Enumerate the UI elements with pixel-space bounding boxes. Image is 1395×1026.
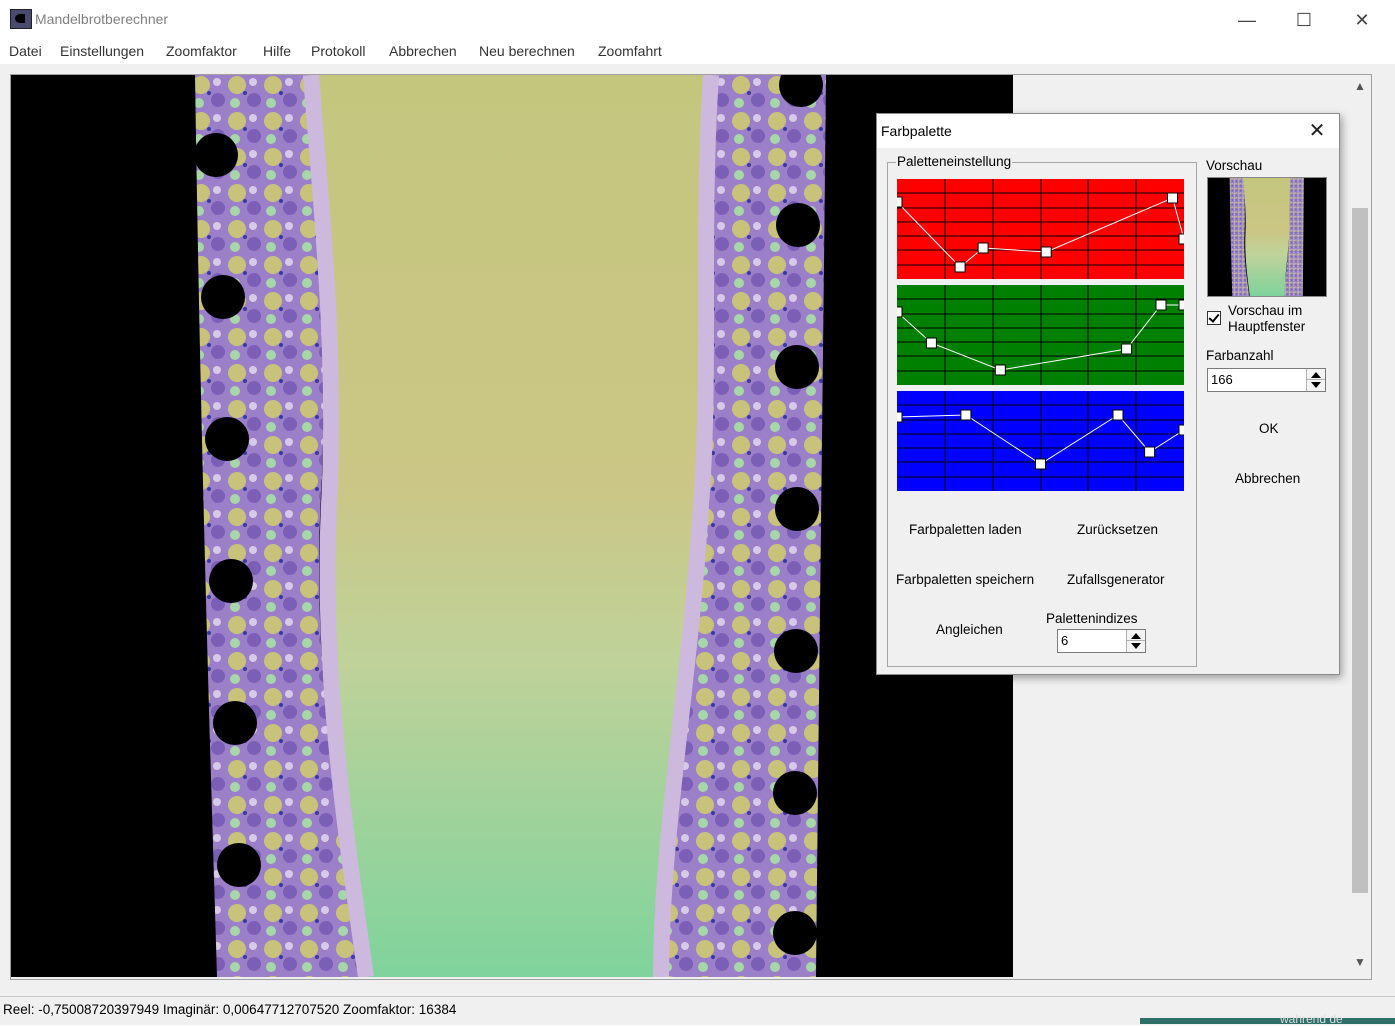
stepper-up-icon[interactable] <box>1131 633 1141 639</box>
curve-handle[interactable] <box>1121 343 1133 355</box>
curve-handle[interactable] <box>1035 458 1046 470</box>
stepper-down-icon[interactable] <box>1311 382 1321 388</box>
curve-handle[interactable] <box>1178 299 1184 311</box>
curve-handle[interactable] <box>1167 192 1178 204</box>
green-channel-editor[interactable] <box>897 285 1184 385</box>
color-count-value[interactable]: 166 <box>1211 372 1233 387</box>
load-palettes-button[interactable]: Farbpaletten laden <box>909 522 1022 537</box>
dialog-title: Farbpalette <box>881 123 952 139</box>
menu-einstellungen[interactable]: Einstellungen <box>60 43 144 59</box>
palette-indices-label: Palettenindizes <box>1046 611 1138 626</box>
palette-indices-value[interactable]: 6 <box>1061 633 1068 648</box>
status-coordinates: Reel: -0,75008720397949 Imaginär: 0,0064… <box>3 1002 457 1017</box>
equalize-button[interactable]: Angleichen <box>936 622 1003 637</box>
curve-handle[interactable] <box>1178 424 1184 436</box>
preview-image <box>1207 177 1327 297</box>
window-title: Mandelbrotberechner <box>35 11 169 27</box>
curve-handle[interactable] <box>1155 299 1167 311</box>
ok-button[interactable]: OK <box>1259 421 1279 436</box>
curve-handle[interactable] <box>897 306 903 318</box>
app-icon <box>10 9 32 29</box>
curve-handle[interactable] <box>960 409 972 421</box>
minimize-button[interactable]: — <box>1227 8 1267 32</box>
blue-curve <box>897 391 1184 491</box>
save-palettes-button[interactable]: Farbpaletten speichern <box>896 572 1034 587</box>
palette-settings-group: Paletteneinstellung Farbpaletten laden Z… <box>887 154 1197 667</box>
dialog-close-icon[interactable]: ✕ <box>1302 118 1332 144</box>
dialog-title-bar: Farbpalette ✕ <box>877 114 1339 148</box>
close-button[interactable]: ✕ <box>1342 8 1382 32</box>
stepper-up-icon[interactable] <box>1311 372 1321 378</box>
preview-checkbox[interactable] <box>1207 311 1221 325</box>
curve-handle[interactable] <box>977 242 989 254</box>
vertical-scrollbar[interactable]: ▲ ▼ <box>1350 75 1370 977</box>
curve-handle[interactable] <box>897 196 903 208</box>
color-count-stepper[interactable]: 166 <box>1207 368 1326 392</box>
red-channel-editor[interactable] <box>897 179 1184 279</box>
cancel-button[interactable]: Abbrechen <box>1235 471 1300 486</box>
green-curve <box>897 285 1184 385</box>
red-curve <box>897 179 1184 279</box>
menu-hilfe[interactable]: Hilfe <box>263 43 291 59</box>
title-bar: Mandelbrotberechner — ☐ ✕ <box>0 0 1395 38</box>
menu-abbrechen[interactable]: Abbrechen <box>389 43 457 59</box>
preview-checkbox-label[interactable]: Vorschau im Hauptfenster <box>1228 303 1338 335</box>
mandelbrot-image <box>11 75 1013 977</box>
blue-channel-editor[interactable] <box>897 391 1184 491</box>
curve-handle[interactable] <box>994 364 1006 376</box>
curve-handle[interactable] <box>1112 409 1124 421</box>
scroll-thumb[interactable] <box>1352 208 1368 893</box>
color-palette-dialog: Farbpalette ✕ Paletteneinstellung Farbpa… <box>876 113 1340 675</box>
stepper-buttons[interactable] <box>1306 369 1325 391</box>
maximize-button[interactable]: ☐ <box>1284 8 1324 32</box>
reset-button[interactable]: Zurücksetzen <box>1077 522 1158 537</box>
curve-handle[interactable] <box>897 411 903 423</box>
preview-fractal <box>1208 178 1326 296</box>
menu-zoomfahrt[interactable]: Zoomfahrt <box>598 43 662 59</box>
menu-neu-berechnen[interactable]: Neu berechnen <box>479 43 575 59</box>
menu-bar: Datei Einstellungen Zoomfaktor Hilfe Pro… <box>0 38 1395 64</box>
random-generator-button[interactable]: Zufallsgenerator <box>1067 572 1165 587</box>
color-count-label: Farbanzahl <box>1206 348 1274 363</box>
menu-protokoll[interactable]: Protokoll <box>311 43 365 59</box>
curve-handle[interactable] <box>1040 246 1052 258</box>
palette-indices-stepper[interactable]: 6 <box>1057 629 1146 653</box>
curve-handle[interactable] <box>954 261 966 273</box>
preview-label: Vorschau <box>1206 158 1263 173</box>
scroll-down-arrow-icon[interactable]: ▼ <box>1350 955 1370 975</box>
scroll-up-arrow-icon[interactable]: ▲ <box>1350 79 1370 99</box>
menu-zoomfaktor[interactable]: Zoomfaktor <box>166 43 237 59</box>
desktop-background <box>1140 1018 1395 1024</box>
stepper-buttons[interactable] <box>1126 630 1145 652</box>
stepper-down-icon[interactable] <box>1131 643 1141 649</box>
palette-settings-label: Paletteneinstellung <box>896 154 1013 169</box>
fractal-canvas[interactable] <box>11 75 1013 977</box>
menu-datei[interactable]: Datei <box>9 43 42 59</box>
curve-handle[interactable] <box>925 337 937 349</box>
curve-handle[interactable] <box>1144 446 1156 458</box>
curve-handle[interactable] <box>1178 233 1184 245</box>
